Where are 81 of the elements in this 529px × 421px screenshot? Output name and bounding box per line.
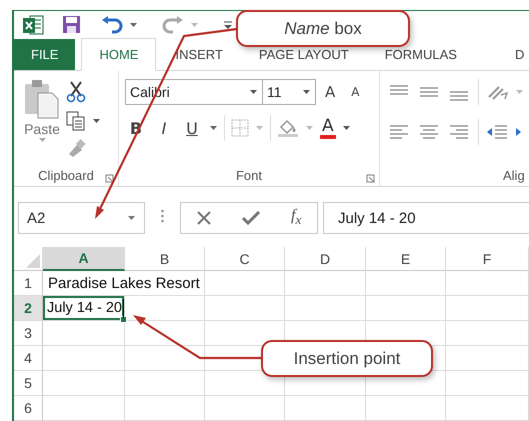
table-cell[interactable] (43, 321, 125, 346)
group-label: Alig (503, 168, 525, 182)
row-header[interactable]: 6 (14, 396, 43, 421)
table-cell[interactable] (205, 296, 285, 321)
grip-icon (161, 208, 164, 222)
cancel-icon[interactable] (196, 211, 211, 225)
column-header[interactable]: C (205, 247, 285, 271)
column-header[interactable]: F (446, 247, 529, 271)
caret-icon[interactable] (127, 215, 136, 221)
dialog-launcher-icon[interactable] (105, 174, 114, 183)
redo-icon[interactable] (162, 16, 184, 34)
table-cell[interactable] (446, 371, 529, 396)
caret-icon[interactable] (342, 125, 351, 131)
paste-label[interactable]: Paste (24, 121, 60, 137)
decrease-indent-icon[interactable] (485, 123, 509, 141)
caret-icon[interactable] (129, 22, 138, 28)
table-cell[interactable]: July 14 - 20 (43, 296, 125, 321)
formula-field[interactable]: July 14 - 20 (323, 202, 529, 234)
borders-icon[interactable] (231, 119, 249, 137)
table-cell[interactable] (446, 346, 529, 371)
grow-font-button[interactable]: A (322, 83, 342, 101)
ribbon-tab[interactable]: HOME (81, 38, 156, 71)
group-label: Clipboard (38, 168, 94, 182)
table-cell[interactable] (446, 321, 529, 346)
dialog-launcher-icon[interactable] (366, 174, 375, 183)
italic-button[interactable]: I (153, 118, 175, 138)
table-cell[interactable] (366, 296, 446, 321)
caret-icon[interactable] (209, 125, 218, 131)
cell-text: July 14 - 20 (47, 300, 122, 316)
fill-color-icon[interactable] (277, 118, 299, 138)
row-header[interactable]: 4 (14, 346, 43, 371)
table-cell[interactable] (125, 396, 205, 421)
column-header[interactable]: B (125, 247, 205, 271)
row-header[interactable]: 5 (14, 371, 43, 396)
format-painter-icon[interactable] (66, 139, 86, 157)
table-cell[interactable] (285, 396, 366, 421)
shrink-font-button[interactable]: A (348, 85, 366, 99)
table-cell[interactable] (446, 271, 529, 296)
paste-icon[interactable] (23, 79, 61, 119)
row-header[interactable]: 3 (14, 321, 43, 346)
name-box[interactable]: A2 (18, 202, 145, 234)
cell-text: Paradise Lakes Resort (48, 274, 200, 292)
table-cell[interactable] (205, 271, 285, 296)
table-cell[interactable] (366, 396, 446, 421)
table-cell[interactable] (366, 271, 446, 296)
table-cell[interactable] (43, 346, 125, 371)
spreadsheet-app-icon[interactable] (22, 14, 44, 36)
table-cell[interactable] (43, 371, 125, 396)
caret-icon[interactable] (302, 89, 311, 95)
copy-icon[interactable] (66, 111, 86, 131)
table-cell[interactable] (446, 396, 529, 421)
table-cell[interactable] (125, 371, 205, 396)
select-all-icon[interactable] (26, 254, 40, 268)
table-cell[interactable] (285, 271, 366, 296)
column-header[interactable]: E (366, 247, 446, 271)
table-cell[interactable] (285, 296, 366, 321)
row-header[interactable]: 2 (14, 296, 43, 321)
font-color-button[interactable]: A (320, 118, 336, 138)
ribbon-tab[interactable]: D (498, 39, 529, 70)
undo-icon[interactable] (101, 16, 123, 34)
table-cell[interactable] (446, 296, 529, 321)
fill-handle[interactable] (120, 316, 127, 323)
underline-button[interactable]: U (181, 118, 203, 138)
customize-icon[interactable] (223, 20, 233, 30)
file-tab[interactable]: FILE (14, 39, 76, 70)
group-label: Font (236, 168, 262, 182)
column-header[interactable]: D (285, 247, 366, 271)
table-cell[interactable] (125, 346, 205, 371)
enter-icon[interactable] (242, 211, 260, 225)
scissors-icon[interactable] (66, 81, 86, 103)
insert-function-button[interactable]: f$_{x}$ (291, 207, 302, 229)
save-icon[interactable] (62, 15, 81, 34)
table-cell[interactable] (205, 396, 285, 421)
font-size-dropdown[interactable]: 11 (262, 79, 316, 105)
caret-icon[interactable] (92, 118, 101, 124)
callout-tooltip: Name box (236, 10, 410, 47)
caret-icon[interactable] (249, 89, 258, 95)
table-cell[interactable] (43, 396, 125, 421)
column-header[interactable]: A (43, 247, 125, 271)
callout-tooltip: Insertion point (261, 340, 433, 377)
table-cell[interactable]: Paradise Lakes Resort (43, 271, 205, 296)
